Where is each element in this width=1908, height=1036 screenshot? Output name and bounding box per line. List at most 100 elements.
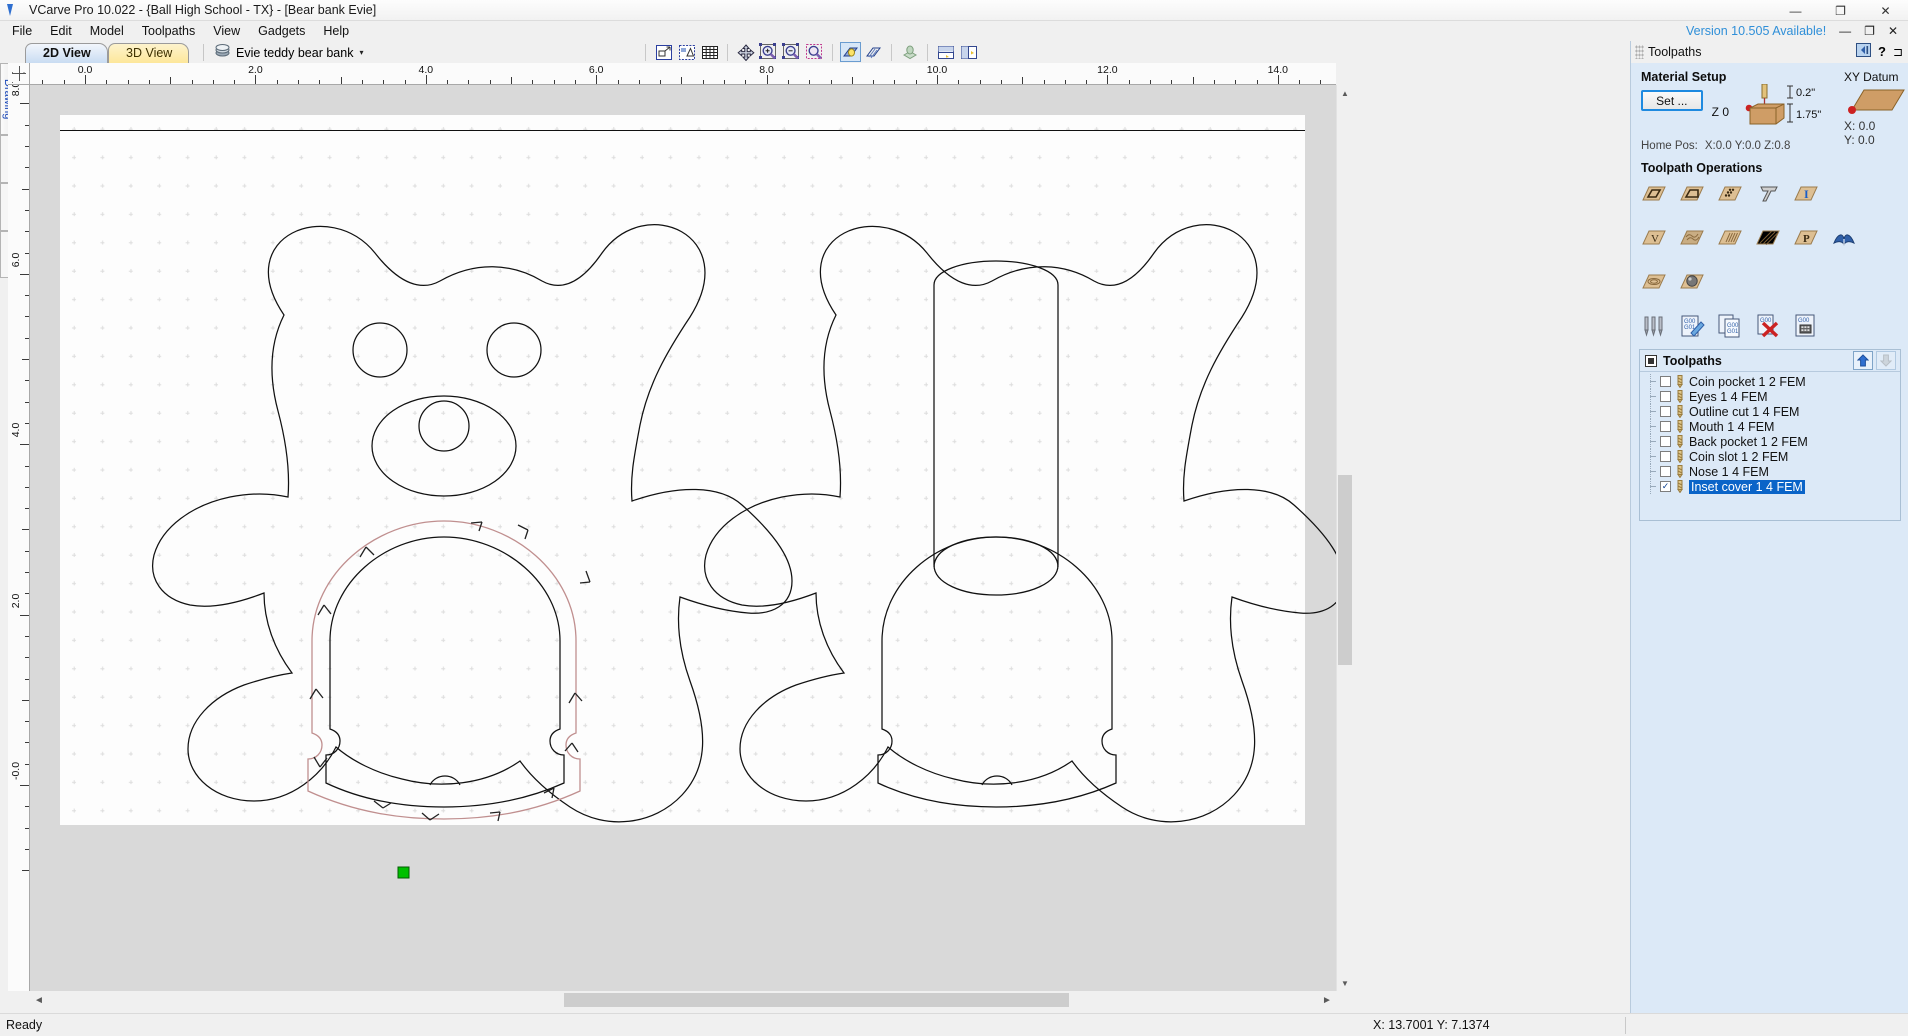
tool-database-icon[interactable] xyxy=(1641,313,1667,339)
window-close-button[interactable]: ✕ xyxy=(1863,0,1908,21)
document-minimize-button[interactable]: — xyxy=(1839,24,1851,38)
version-available-link[interactable]: Version 10.505 Available! xyxy=(1686,24,1826,38)
toolpath-estimator-icon[interactable]: G00 xyxy=(1793,313,1819,339)
arrow-down-icon[interactable] xyxy=(1876,351,1896,370)
vertical-scroll-thumb[interactable] xyxy=(1338,475,1352,665)
scroll-up-button[interactable]: ▲ xyxy=(1337,85,1353,101)
menu-item-view[interactable]: View xyxy=(204,22,249,40)
ruler-label: 2.0 xyxy=(248,64,263,76)
chevron-down-icon[interactable]: ▾ xyxy=(359,48,363,57)
vcarve-toolpath-icon[interactable]: V xyxy=(1641,225,1667,251)
toolpath-visibility-checkbox[interactable] xyxy=(1660,436,1671,447)
toolpath-list-item[interactable]: Mouth 1 4 FEM xyxy=(1640,419,1900,434)
canvas-vertical-scrollbar[interactable]: ▲ ▼ xyxy=(1336,85,1352,991)
toolpath-visibility-checkbox[interactable] xyxy=(1660,451,1671,462)
render-3d-icon[interactable] xyxy=(899,42,920,62)
toolpath-visibility-checkbox[interactable] xyxy=(1660,466,1671,477)
zoom-box-icon[interactable] xyxy=(804,42,825,62)
3d-rough-toolpath-icon[interactable] xyxy=(1641,269,1667,295)
scroll-down-button[interactable]: ▼ xyxy=(1337,975,1353,991)
toolpath-visibility-checkbox[interactable] xyxy=(1660,376,1671,387)
toolpath-visibility-checkbox[interactable] xyxy=(1660,481,1671,492)
split-view-horizontal-icon[interactable] xyxy=(935,42,956,62)
texture-toolpath-icon[interactable] xyxy=(1755,225,1781,251)
document-restore-button[interactable]: ❐ xyxy=(1864,24,1875,38)
horizontal-scroll-thumb[interactable] xyxy=(564,993,1069,1007)
edit-toolpath-icon[interactable]: G00G01 xyxy=(1679,313,1705,339)
menu-item-help[interactable]: Help xyxy=(314,22,358,40)
toolpaths-panel-header: Toolpaths ? ⊐ xyxy=(1631,41,1908,63)
duplicate-toolpath-icon[interactable]: G00G01 xyxy=(1717,313,1743,339)
ruler-tick xyxy=(1065,80,1066,84)
end-mill-tool-icon xyxy=(1675,450,1685,463)
ruler-tick xyxy=(1129,80,1130,84)
zoom-to-selection-icon[interactable] xyxy=(653,42,674,62)
scroll-right-button[interactable]: ► xyxy=(1318,991,1336,1009)
xy-datum-plane-icon[interactable] xyxy=(1844,86,1908,116)
pin-icon[interactable]: ⊐ xyxy=(1893,45,1903,59)
ruler-tick xyxy=(25,657,29,658)
scroll-left-button[interactable]: ◄ xyxy=(30,991,48,1009)
zoom-to-drawing-icon[interactable] xyxy=(676,42,697,62)
fluting-toolpath-icon[interactable] xyxy=(1679,225,1705,251)
menu-item-file[interactable]: File xyxy=(3,22,41,40)
text-toolpath-icon[interactable] xyxy=(1755,181,1781,207)
window-minimize-button[interactable]: — xyxy=(1773,0,1818,21)
vertical-ruler[interactable]: 8.06.04.02.0-0.0 xyxy=(8,85,30,991)
tab-2d-view[interactable]: 2D View xyxy=(25,43,108,63)
menu-item-edit[interactable]: Edit xyxy=(41,22,81,40)
toolpath-list-item[interactable]: Outline cut 1 4 FEM xyxy=(1640,404,1900,419)
canvas-horizontal-scrollbar[interactable]: ◄ ► xyxy=(30,991,1336,1009)
toolpath-draw-icon[interactable] xyxy=(863,42,884,62)
ruler-tick xyxy=(894,80,895,84)
toolpath-list-item[interactable]: Nose 1 4 FEM xyxy=(1640,464,1900,479)
collapse-left-icon[interactable] xyxy=(1856,43,1871,60)
horizontal-ruler[interactable]: 0.02.04.06.08.010.012.014.0 xyxy=(30,63,1336,85)
ruler-corner-origin[interactable]: · · · xyxy=(8,63,30,85)
visibility-box-icon[interactable] xyxy=(1645,355,1657,367)
zoom-in-icon[interactable] xyxy=(758,42,779,62)
pan-icon[interactable] xyxy=(735,42,756,62)
ruler-tick xyxy=(25,806,29,807)
ruler-label: 4.0 xyxy=(418,64,433,76)
toolpath-list-item[interactable]: Inset cover 1 4 FEM xyxy=(1640,479,1900,494)
panel-grip-icon[interactable] xyxy=(1635,45,1644,59)
toolpath-visibility-checkbox[interactable] xyxy=(1660,391,1671,402)
material-set-button[interactable]: Set ... xyxy=(1641,90,1703,111)
toolpath-visibility-checkbox[interactable] xyxy=(1660,421,1671,432)
grid-toggle-icon[interactable] xyxy=(699,42,720,62)
document-close-button[interactable]: ✕ xyxy=(1888,24,1898,38)
3d-finish-toolpath-icon[interactable] xyxy=(1679,269,1705,295)
arrow-up-icon[interactable] xyxy=(1853,351,1873,370)
wrapping-icon[interactable] xyxy=(1831,225,1857,251)
job-selector[interactable]: Evie teddy bear bank ▾ xyxy=(203,44,363,61)
menu-item-model[interactable]: Model xyxy=(81,22,133,40)
toolpath-preview-icon[interactable] xyxy=(840,42,861,62)
ruler-tick xyxy=(1299,80,1300,84)
ruler-tick xyxy=(852,77,853,84)
menu-item-gadgets[interactable]: Gadgets xyxy=(249,22,314,40)
ruler-tick xyxy=(20,274,29,275)
pocket-toolpath-icon[interactable] xyxy=(1679,181,1705,207)
drilling-toolpath-icon[interactable] xyxy=(1717,181,1743,207)
zoom-out-icon[interactable] xyxy=(781,42,802,62)
svg-text:0.2": 0.2" xyxy=(1796,87,1815,99)
toolpath-list-item[interactable]: Back pocket 1 2 FEM xyxy=(1640,434,1900,449)
question-mark-icon[interactable]: ? xyxy=(1878,44,1886,59)
window-maximize-button[interactable]: ❐ xyxy=(1818,0,1863,21)
ruler-tick xyxy=(255,75,256,84)
split-view-vertical-icon[interactable] xyxy=(958,42,979,62)
molding-toolpath-icon[interactable] xyxy=(1717,225,1743,251)
drawing-canvas[interactable] xyxy=(30,85,1336,991)
menu-item-toolpaths[interactable]: Toolpaths xyxy=(133,22,205,40)
toolpath-visibility-checkbox[interactable] xyxy=(1660,406,1671,417)
inlay-toolpath-icon[interactable]: I xyxy=(1793,181,1819,207)
ruler-tick xyxy=(1320,80,1321,84)
delete-toolpath-icon[interactable]: G00 xyxy=(1755,313,1781,339)
toolpath-list-item[interactable]: Eyes 1 4 FEM xyxy=(1640,389,1900,404)
profile-toolpath-icon[interactable] xyxy=(1641,181,1667,207)
prism-carving-icon[interactable]: P xyxy=(1793,225,1819,251)
toolpath-list-item[interactable]: Coin slot 1 2 FEM xyxy=(1640,449,1900,464)
toolpath-list-item[interactable]: Coin pocket 1 2 FEM xyxy=(1640,374,1900,389)
tab-3d-view[interactable]: 3D View xyxy=(108,43,189,63)
